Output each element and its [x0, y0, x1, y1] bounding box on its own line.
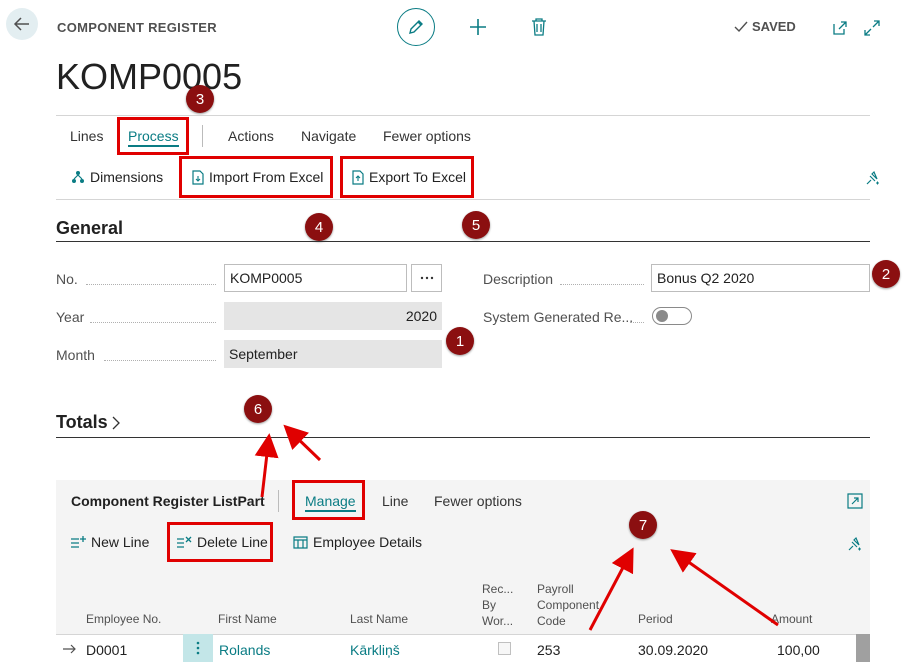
arrow-7-left — [588, 547, 634, 631]
arrow-7-right — [670, 549, 779, 627]
arrow-6-up — [254, 433, 279, 498]
annotation-arrows — [254, 424, 779, 631]
arrow-6-diagonal — [283, 424, 322, 462]
